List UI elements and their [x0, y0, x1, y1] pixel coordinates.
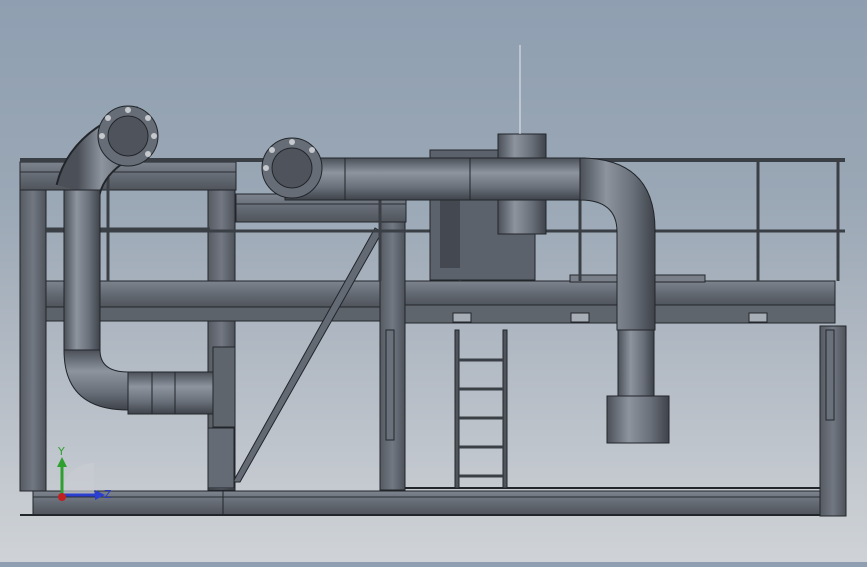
base-skid: [20, 490, 845, 516]
top-mid-flange: [261, 137, 323, 199]
diagonal-brace: [232, 227, 383, 483]
cad-viewport[interactable]: Y Z: [0, 0, 867, 562]
z-axis-label: Z: [104, 488, 112, 501]
y-axis-label: Y: [57, 445, 65, 458]
coordinate-triad: Y Z: [57, 445, 112, 501]
ladder: [454, 329, 508, 489]
cad-drawing: Y Z: [19, 45, 847, 517]
top-left-flange: [97, 105, 159, 167]
